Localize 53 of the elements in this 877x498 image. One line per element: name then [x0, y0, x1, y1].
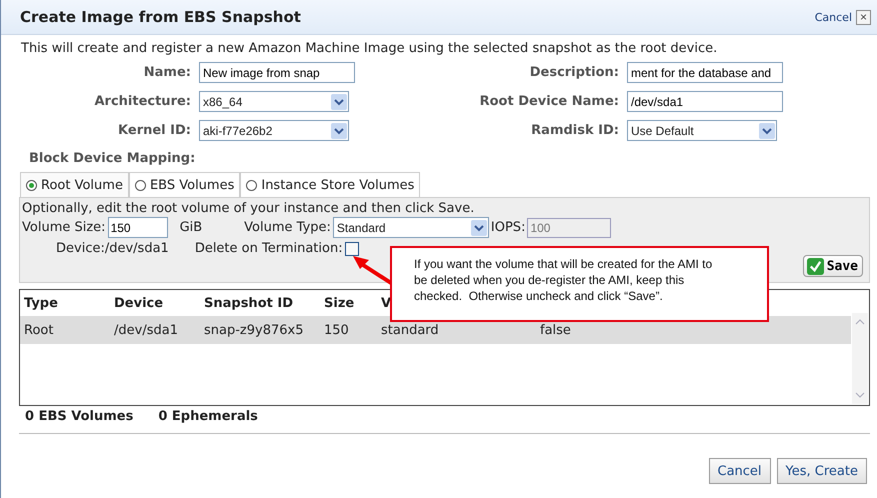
caret-down-icon[interactable]	[855, 392, 865, 398]
column-header: Device	[114, 296, 164, 310]
dialog-button[interactable]: Yes, Create	[776, 458, 867, 484]
field-label: Name:	[142, 65, 191, 80]
device-text: Device:/dev/sda1	[56, 241, 169, 256]
checkbox[interactable]	[344, 242, 359, 256]
column-header: Size	[324, 296, 354, 310]
callout-tooltip: If you want the volume that will be created for the AMI to be deleted when you de-register the AMI, keep this checked. Otherwise uncheck and click “Save”.	[390, 246, 769, 322]
text-field[interactable]: ment for the database and	[627, 62, 783, 83]
field-label: Root Device Name:	[478, 94, 619, 109]
column-header: V	[381, 296, 392, 310]
dropdown[interactable]: aki-f77e26b2	[199, 120, 349, 141]
radio-tab[interactable]: Instance Store Volumes	[240, 172, 420, 197]
volume-size-field[interactable]: 150	[108, 217, 168, 238]
field-label: IOPS:	[490, 220, 526, 235]
checkmark-icon	[806, 258, 824, 274]
arrow-icon	[352, 255, 392, 285]
field-label: Description:	[528, 65, 619, 80]
field-label: Delete on Termination:	[194, 241, 343, 256]
caret-up-icon[interactable]	[855, 319, 865, 325]
dropdown[interactable]: x86_64	[199, 91, 349, 112]
table-row[interactable]: Root /dev/sda1 snap-z9y876x5 150 standard false	[20, 316, 851, 344]
column-header: Snapshot ID	[204, 296, 293, 310]
scrollbar[interactable]	[852, 313, 868, 404]
table-cell: snap-z9y876x5	[204, 322, 304, 338]
text-field[interactable]: New image from snap	[199, 62, 355, 83]
dialog-button[interactable]: Cancel	[708, 458, 771, 484]
table-cell: standard	[381, 322, 439, 338]
summary-text: 0 EBS Volumes	[25, 409, 134, 424]
cancel-link[interactable]: Cancel	[814, 10, 852, 24]
field-label: Architecture:	[93, 94, 191, 109]
summary-text: 0 Ephemerals	[158, 409, 258, 424]
text-field[interactable]: /dev/sda1	[627, 91, 783, 112]
dialog-title: Create Image from EBS Snapshot	[20, 8, 302, 26]
save-button[interactable]: Save	[802, 255, 863, 277]
dropdown[interactable]: Use Default	[627, 120, 777, 141]
section-label: Block Device Mapping:	[29, 151, 196, 166]
radio-tab[interactable]: Root Volume	[20, 172, 129, 197]
unit-label: GiB	[180, 220, 202, 235]
table-cell: Root	[24, 322, 54, 338]
column-header: Type	[24, 296, 58, 310]
table-cell: false	[540, 322, 571, 338]
table-cell: /dev/sda1	[114, 322, 178, 338]
table-cell: 150	[324, 322, 349, 338]
intro-text: This will create and register a new Amazon Machine Image using the selected snapshot as the root device.	[21, 41, 718, 56]
field-label: Ramdisk ID:	[530, 123, 619, 138]
dropdown[interactable]: Standard	[332, 217, 489, 238]
close-button[interactable]: ×	[856, 10, 871, 24]
field-label: Volume Size:	[22, 220, 106, 235]
radio-tab[interactable]: EBS Volumes	[128, 172, 240, 197]
field-label: Kernel ID:	[117, 123, 191, 138]
field-label: Volume Type:	[244, 220, 331, 235]
hint-text: Optionally, edit the root volume of your instance and then click Save.	[22, 201, 476, 216]
